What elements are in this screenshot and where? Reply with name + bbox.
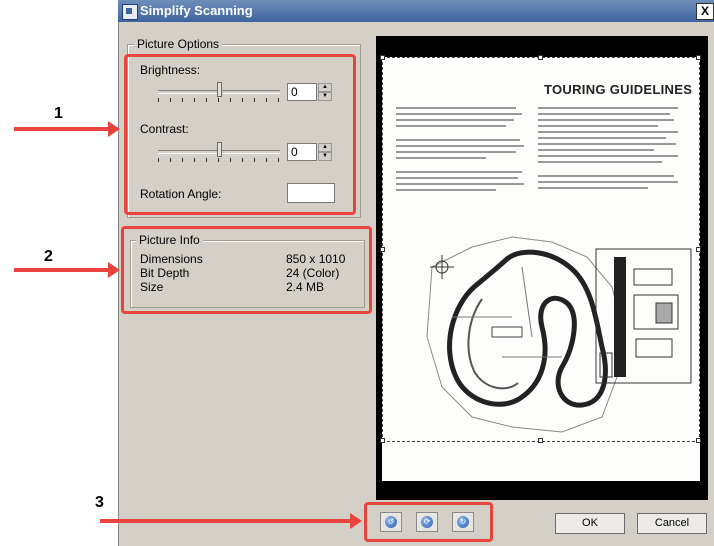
app-icon — [122, 4, 138, 20]
crop-selection-rectangle[interactable] — [382, 57, 700, 442]
cancel-button[interactable]: Cancel — [637, 513, 707, 534]
annotation-number-1: 1 — [54, 105, 63, 122]
crop-handle[interactable] — [538, 438, 543, 443]
annotation-box-3 — [364, 502, 493, 542]
annotation-arrow-1 — [14, 127, 110, 131]
crop-handle[interactable] — [538, 55, 543, 60]
ok-button[interactable]: OK — [555, 513, 625, 534]
annotation-box-2 — [121, 226, 372, 314]
scanned-document-page: TOURING GUIDELINES — [380, 55, 701, 481]
crop-handle[interactable] — [696, 438, 701, 443]
crop-handle[interactable] — [380, 55, 385, 60]
picture-options-legend: Picture Options — [134, 37, 223, 51]
annotation-arrow-3 — [100, 519, 352, 523]
annotation-number-3: 3 — [95, 494, 104, 511]
annotation-arrow-2 — [14, 268, 110, 272]
title-bar[interactable]: Simplify Scanning X — [118, 0, 714, 22]
crop-handle[interactable] — [696, 247, 701, 252]
annotation-arrow-head-3 — [350, 513, 362, 529]
crop-handle[interactable] — [380, 247, 385, 252]
annotation-box-1 — [124, 54, 356, 215]
window-title: Simplify Scanning — [140, 3, 253, 18]
close-button[interactable]: X — [696, 3, 714, 20]
crop-handle[interactable] — [696, 55, 701, 60]
annotation-arrow-head-2 — [108, 262, 120, 278]
crop-handle[interactable] — [380, 438, 385, 443]
annotation-arrow-head-1 — [108, 121, 120, 137]
annotation-number-2: 2 — [44, 248, 53, 265]
